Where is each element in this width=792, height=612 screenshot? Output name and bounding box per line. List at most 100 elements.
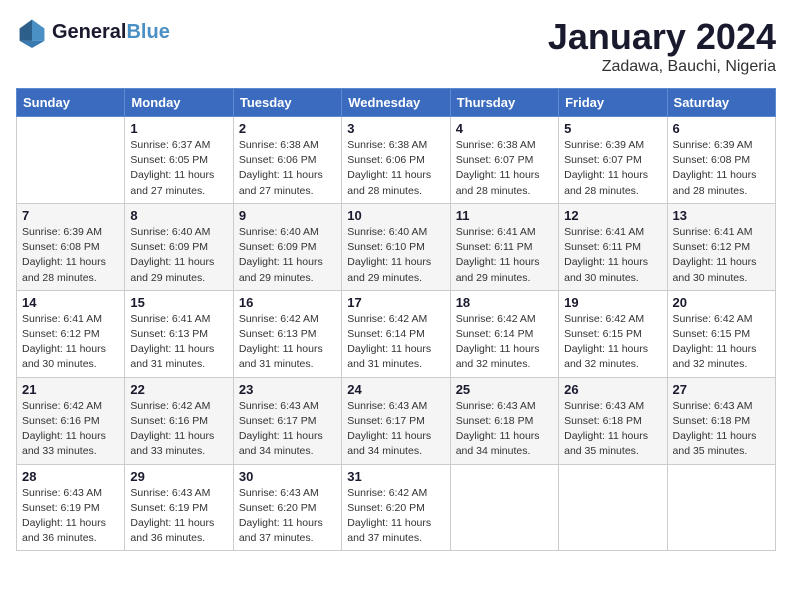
calendar-cell: 17 Sunrise: 6:42 AM Sunset: 6:14 PM Dayli… — [342, 290, 450, 377]
title-block: January 2024 Zadawa, Bauchi, Nigeria — [548, 16, 776, 76]
cell-content: Sunrise: 6:43 AM Sunset: 6:20 PM Dayligh… — [239, 486, 336, 547]
calendar-week-2: 7 Sunrise: 6:39 AM Sunset: 6:08 PM Daylig… — [17, 203, 776, 290]
calendar-cell: 5 Sunrise: 6:39 AM Sunset: 6:07 PM Daylig… — [559, 117, 667, 204]
cell-content: Sunrise: 6:42 AM Sunset: 6:16 PM Dayligh… — [22, 399, 119, 460]
calendar-cell: 9Sunrise: 6:40 AM Sunset: 6:09 PM Daylig… — [233, 203, 341, 290]
cell-content: Sunrise: 6:42 AM Sunset: 6:15 PM Dayligh… — [673, 312, 770, 373]
cell-content: Sunrise: 6:41 AM Sunset: 6:11 PM Dayligh… — [456, 225, 553, 286]
cell-content: Sunrise: 6:38 AM Sunset: 6:06 PM Dayligh… — [347, 138, 444, 199]
calendar-cell: 2 Sunrise: 6:38 AM Sunset: 6:06 PM Daylig… — [233, 117, 341, 204]
day-number: 12 — [564, 208, 661, 223]
day-number: 5 — [564, 121, 661, 136]
cell-content: Sunrise: 6:41 AM Sunset: 6:12 PM Dayligh… — [673, 225, 770, 286]
day-number: 25 — [456, 382, 553, 397]
cell-content: Sunrise: 6:43 AM Sunset: 6:19 PM Dayligh… — [22, 486, 119, 547]
cell-content: Sunrise: 6:41 AM Sunset: 6:13 PM Dayligh… — [130, 312, 227, 373]
calendar-cell: 12 Sunrise: 6:41 AM Sunset: 6:11 PM Dayli… — [559, 203, 667, 290]
day-number: 6 — [673, 121, 770, 136]
cell-content: Sunrise: 6:40 AM Sunset: 6:09 PM Dayligh… — [130, 225, 227, 286]
cell-content: Sunrise: 6:42 AM Sunset: 6:20 PM Dayligh… — [347, 486, 444, 547]
cell-content: Sunrise: 6:42 AM Sunset: 6:14 PM Dayligh… — [456, 312, 553, 373]
day-number: 19 — [564, 295, 661, 310]
day-number: 14 — [22, 295, 119, 310]
calendar-cell: 20 Sunrise: 6:42 AM Sunset: 6:15 PM Dayli… — [667, 290, 775, 377]
day-number: 21 — [22, 382, 119, 397]
day-header-thursday: Thursday — [450, 89, 558, 117]
calendar-cell: 14Sunrise: 6:41 AM Sunset: 6:12 PM Dayli… — [17, 290, 125, 377]
cell-content: Sunrise: 6:43 AM Sunset: 6:19 PM Dayligh… — [130, 486, 227, 547]
calendar-cell: 22Sunrise: 6:42 AM Sunset: 6:16 PM Dayli… — [125, 377, 233, 464]
day-number: 23 — [239, 382, 336, 397]
day-number: 20 — [673, 295, 770, 310]
calendar-cell: 28 Sunrise: 6:43 AM Sunset: 6:19 PM Dayli… — [17, 464, 125, 551]
calendar-cell: 26 Sunrise: 6:43 AM Sunset: 6:18 PM Dayli… — [559, 377, 667, 464]
cell-content: Sunrise: 6:38 AM Sunset: 6:06 PM Dayligh… — [239, 138, 336, 199]
day-number: 22 — [130, 382, 227, 397]
cell-content: Sunrise: 6:41 AM Sunset: 6:11 PM Dayligh… — [564, 225, 661, 286]
cell-content: Sunrise: 6:43 AM Sunset: 6:18 PM Dayligh… — [564, 399, 661, 460]
calendar-cell: 10 Sunrise: 6:40 AM Sunset: 6:10 PM Dayli… — [342, 203, 450, 290]
cell-content: Sunrise: 6:39 AM Sunset: 6:07 PM Dayligh… — [564, 138, 661, 199]
calendar-week-3: 14Sunrise: 6:41 AM Sunset: 6:12 PM Dayli… — [17, 290, 776, 377]
cell-content: Sunrise: 6:39 AM Sunset: 6:08 PM Dayligh… — [22, 225, 119, 286]
cell-content: Sunrise: 6:40 AM Sunset: 6:10 PM Dayligh… — [347, 225, 444, 286]
day-number: 27 — [673, 382, 770, 397]
day-number: 2 — [239, 121, 336, 136]
calendar-cell: 15 Sunrise: 6:41 AM Sunset: 6:13 PM Dayli… — [125, 290, 233, 377]
day-number: 24 — [347, 382, 444, 397]
cell-content: Sunrise: 6:42 AM Sunset: 6:14 PM Dayligh… — [347, 312, 444, 373]
calendar-cell — [450, 464, 558, 551]
location: Zadawa, Bauchi, Nigeria — [548, 58, 776, 76]
day-number: 17 — [347, 295, 444, 310]
day-number: 13 — [673, 208, 770, 223]
cell-content: Sunrise: 6:43 AM Sunset: 6:17 PM Dayligh… — [239, 399, 336, 460]
day-number: 31 — [347, 469, 444, 484]
day-number: 11 — [456, 208, 553, 223]
day-number: 15 — [130, 295, 227, 310]
cell-content: Sunrise: 6:39 AM Sunset: 6:08 PM Dayligh… — [673, 138, 770, 199]
calendar-cell — [667, 464, 775, 551]
logo-text: GeneralBlue — [52, 21, 170, 43]
calendar-cell — [559, 464, 667, 551]
day-header-sunday: Sunday — [17, 89, 125, 117]
cell-content: Sunrise: 6:43 AM Sunset: 6:18 PM Dayligh… — [673, 399, 770, 460]
day-number: 30 — [239, 469, 336, 484]
day-number: 16 — [239, 295, 336, 310]
day-header-wednesday: Wednesday — [342, 89, 450, 117]
calendar-table: SundayMondayTuesdayWednesdayThursdayFrid… — [16, 88, 776, 551]
cell-content: Sunrise: 6:42 AM Sunset: 6:15 PM Dayligh… — [564, 312, 661, 373]
calendar-cell: 21 Sunrise: 6:42 AM Sunset: 6:16 PM Dayli… — [17, 377, 125, 464]
logo: GeneralBlue — [16, 16, 170, 48]
logo-icon — [16, 16, 48, 48]
day-number: 10 — [347, 208, 444, 223]
day-header-tuesday: Tuesday — [233, 89, 341, 117]
calendar-cell: 18 Sunrise: 6:42 AM Sunset: 6:14 PM Dayli… — [450, 290, 558, 377]
day-number: 7 — [22, 208, 119, 223]
day-number: 9 — [239, 208, 336, 223]
month-title: January 2024 — [548, 16, 776, 58]
calendar-cell: 1 Sunrise: 6:37 AM Sunset: 6:05 PM Daylig… — [125, 117, 233, 204]
calendar-week-5: 28 Sunrise: 6:43 AM Sunset: 6:19 PM Dayli… — [17, 464, 776, 551]
day-number: 1 — [130, 121, 227, 136]
cell-content: Sunrise: 6:43 AM Sunset: 6:18 PM Dayligh… — [456, 399, 553, 460]
calendar-cell: 16Sunrise: 6:42 AM Sunset: 6:13 PM Dayli… — [233, 290, 341, 377]
cell-content: Sunrise: 6:37 AM Sunset: 6:05 PM Dayligh… — [130, 138, 227, 199]
calendar-cell: 13 Sunrise: 6:41 AM Sunset: 6:12 PM Dayli… — [667, 203, 775, 290]
day-number: 18 — [456, 295, 553, 310]
cell-content: Sunrise: 6:38 AM Sunset: 6:07 PM Dayligh… — [456, 138, 553, 199]
calendar-cell: 24 Sunrise: 6:43 AM Sunset: 6:17 PM Dayli… — [342, 377, 450, 464]
day-number: 8 — [130, 208, 227, 223]
calendar-week-1: 1 Sunrise: 6:37 AM Sunset: 6:05 PM Daylig… — [17, 117, 776, 204]
calendar-cell: 30 Sunrise: 6:43 AM Sunset: 6:20 PM Dayli… — [233, 464, 341, 551]
calendar-cell: 11 Sunrise: 6:41 AM Sunset: 6:11 PM Dayli… — [450, 203, 558, 290]
calendar-cell: 27 Sunrise: 6:43 AM Sunset: 6:18 PM Dayli… — [667, 377, 775, 464]
day-header-monday: Monday — [125, 89, 233, 117]
day-number: 26 — [564, 382, 661, 397]
cell-content: Sunrise: 6:43 AM Sunset: 6:17 PM Dayligh… — [347, 399, 444, 460]
calendar-cell: 31 Sunrise: 6:42 AM Sunset: 6:20 PM Dayli… — [342, 464, 450, 551]
calendar-cell: 3 Sunrise: 6:38 AM Sunset: 6:06 PM Daylig… — [342, 117, 450, 204]
day-number: 28 — [22, 469, 119, 484]
day-number: 3 — [347, 121, 444, 136]
calendar-cell: 6 Sunrise: 6:39 AM Sunset: 6:08 PM Daylig… — [667, 117, 775, 204]
calendar-cell: 25 Sunrise: 6:43 AM Sunset: 6:18 PM Dayli… — [450, 377, 558, 464]
